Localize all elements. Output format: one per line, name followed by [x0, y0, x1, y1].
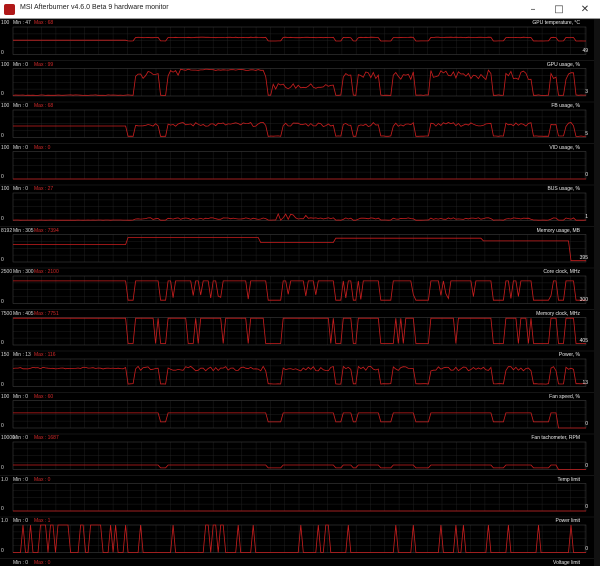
graph-ymax-label: 2500: [1, 269, 13, 275]
graph-name-label: Temp limit: [557, 476, 580, 483]
graph-max-label: Max : 116: [34, 352, 56, 358]
graph-current-value: 405: [579, 338, 588, 344]
graph-name-label: FB usage, %: [551, 103, 580, 109]
graph-max-label: Max : 0: [34, 144, 51, 151]
afterburner-app-icon: [4, 4, 15, 15]
window-title: MSI Afterburner v4.6.0 Beta 9 hardware m…: [20, 4, 169, 11]
graph-ymax-label: 100: [1, 144, 10, 151]
graph-ymin-label: 0: [1, 340, 4, 346]
graph-ymin-label: 0: [1, 423, 4, 429]
graph-min-label: Min : 305: [13, 227, 34, 234]
graph-ymax-label: 1.0: [1, 476, 8, 483]
graph-current-value: 5: [585, 130, 588, 137]
graph-ymax-label: 1.0: [1, 518, 8, 524]
graph-name-label: VID usage, %: [549, 144, 580, 151]
graph-current-value: 0: [585, 545, 588, 552]
graph-ymin-label: 0: [1, 174, 4, 180]
graph-min-label: Min : 0: [13, 435, 29, 441]
graph-ymin-label: 0: [1, 91, 4, 97]
graph-name-label: Core clock, MHz: [543, 269, 580, 275]
graph-min-label: Min : 47: [13, 20, 31, 26]
graph-ymax-label: 100: [1, 103, 10, 109]
graph-name-label: BUS usage, %: [547, 186, 580, 192]
graph-ymax-label: 100: [1, 186, 10, 192]
graph-min-label: Min : 300: [13, 269, 34, 275]
graph-name-label: Voltage limit: [553, 559, 580, 566]
graph-min-label: Min : 0: [13, 393, 29, 400]
graph-max-label: Max : 7394: [34, 227, 59, 234]
graph-name-label: Fan tachometer, RPM: [531, 435, 580, 441]
graph-max-label: Max : 99: [34, 61, 54, 68]
graph-ymin-label: 0: [1, 215, 4, 222]
graph-ymin-label: 0: [1, 464, 4, 471]
graph-max-label: Max : 1687: [34, 435, 59, 441]
graph-min-label: Min : 0: [13, 518, 29, 524]
graph-ymin-label: 0: [1, 381, 4, 388]
graph-min-label: Min : 0: [13, 144, 29, 151]
graph-name-label: GPU temperature, °C: [532, 20, 580, 26]
graph-ymax-label: 100: [1, 393, 10, 400]
graph-max-label: Max : 0: [34, 476, 51, 483]
graph-current-value: 1: [585, 213, 588, 220]
graph-ymin-label: 0: [1, 298, 4, 305]
maximize-button[interactable]: □: [546, 0, 572, 19]
graph-name-label: Fan speed, %: [549, 393, 580, 400]
graph-ymax-label: 100: [1, 61, 10, 68]
monitor-graphs-canvas: [0, 19, 600, 559]
graph-max-label: Max : 7751: [34, 310, 59, 317]
graph-min-label: Min : 405: [13, 310, 34, 317]
graph-ymin-label: 0: [1, 49, 4, 56]
graph-max-label: Max : 0: [34, 559, 51, 566]
graph-ymin-label: 0: [1, 132, 4, 139]
graph-max-label: Max : 60: [34, 393, 54, 400]
graph-current-value: 0: [585, 462, 588, 469]
graph-ymax-label: 150: [1, 352, 10, 358]
graph-ymax-label: 8192: [1, 227, 13, 234]
graph-min-label: Min : 0: [13, 61, 29, 68]
minimize-button[interactable]: –: [520, 0, 546, 19]
graph-min-label: Min : 13: [13, 352, 31, 358]
graph-ymin-label: 0: [1, 506, 4, 512]
graph-name-label: Power, %: [558, 352, 580, 358]
graph-current-value: 395: [579, 255, 588, 261]
hardware-monitor-panel[interactable]: 100 Min : 47 Max : 68 GPU temperature, °C 0 4…: [0, 19, 600, 566]
graph-name-label: Memory clock, MHz: [536, 310, 580, 317]
graph-max-label: Max : 1: [34, 518, 51, 524]
graph-max-label: Max : 68: [34, 20, 54, 26]
graph-name-label: GPU usage, %: [546, 61, 580, 68]
graph-current-value: 49: [582, 47, 588, 54]
graph-ymax-label: 100: [1, 20, 10, 26]
graph-min-label: Min : 0: [13, 559, 29, 566]
graph-current-value: 0: [585, 504, 588, 510]
graph-min-label: Min : 0: [13, 103, 29, 109]
graph-current-value: 300: [579, 296, 588, 303]
graph-max-label: Max : 2100: [34, 269, 59, 275]
graph-current-value: 13: [582, 379, 588, 386]
vertical-scrollbar[interactable]: [594, 19, 600, 566]
graph-ymin-label: 0: [1, 547, 4, 554]
title-bar: MSI Afterburner v4.6.0 Beta 9 hardware m…: [0, 0, 600, 19]
graph-current-value: 0: [585, 172, 588, 178]
close-button[interactable]: ✕: [572, 0, 598, 19]
graph-ymax-label: 7500: [1, 310, 13, 317]
graph-max-label: Max : 27: [34, 186, 54, 192]
graph-min-label: Min : 0: [13, 186, 29, 192]
graph-ymin-label: 0: [1, 257, 4, 263]
graph-current-value: 3: [585, 89, 588, 95]
graph-current-value: 0: [585, 421, 588, 427]
graph-max-label: Max : 68: [34, 103, 54, 109]
graph-name-label: Memory usage, MB: [536, 227, 580, 234]
graph-name-label: Power limit: [555, 518, 580, 524]
graph-min-label: Min : 0: [13, 476, 29, 483]
